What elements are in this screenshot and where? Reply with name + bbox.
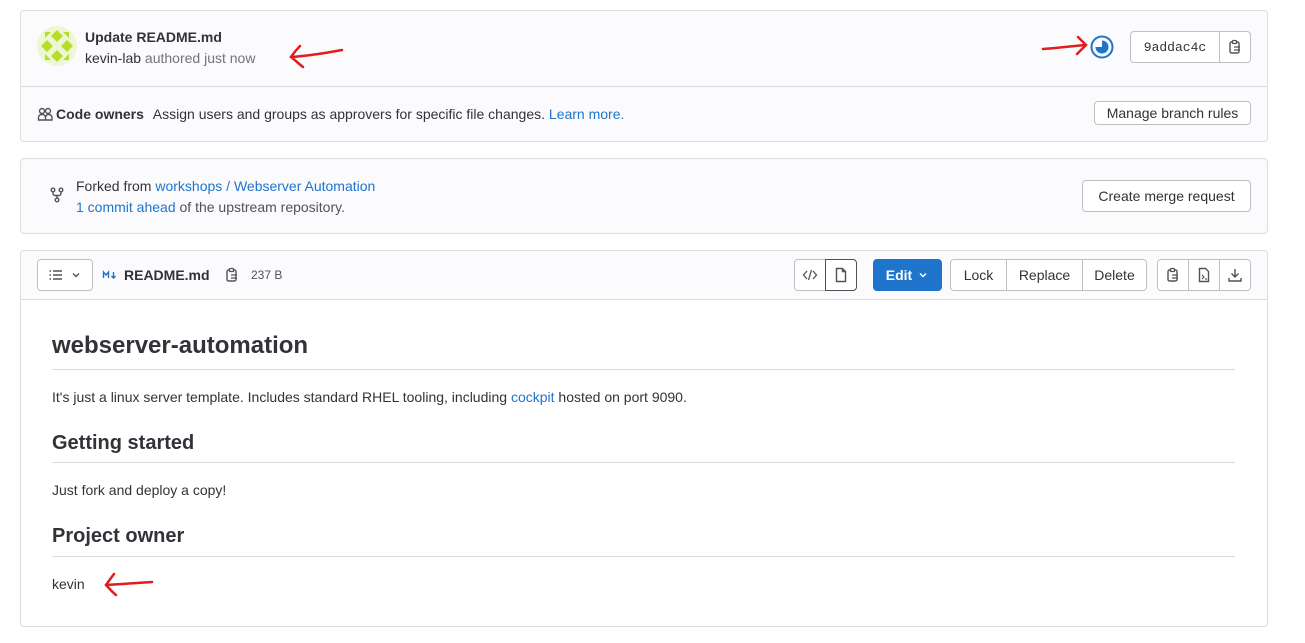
- commit-sha[interactable]: 9addac4c: [1130, 31, 1220, 63]
- readme-heading: webserver-automation: [52, 332, 309, 359]
- markdown-icon: [102, 269, 118, 281]
- lock-button[interactable]: Lock: [950, 259, 1007, 291]
- cockpit-link[interactable]: cockpit: [511, 389, 555, 405]
- users-icon: [37, 106, 53, 122]
- intro-text: It's just a linux server template. Inclu…: [52, 389, 508, 405]
- code-owners-description: Assign users and groups as approvers for…: [152, 106, 546, 122]
- pipeline-status-icon[interactable]: [1090, 35, 1114, 59]
- download-icon: [1228, 269, 1242, 282]
- edit-label: Edit: [885, 267, 913, 283]
- commit-sha-group: 9addac4c: [1130, 31, 1251, 63]
- divider: [52, 462, 1235, 463]
- divider: [52, 556, 1235, 557]
- list-icon: [49, 270, 62, 280]
- getting-started-paragraph: Just fork and deploy a copy!: [52, 482, 227, 498]
- commit-author[interactable]: kevin-lab: [85, 50, 141, 66]
- code-owners-row: Code owners Assign users and groups as a…: [56, 106, 624, 122]
- chevron-down-icon: [919, 272, 927, 278]
- commit-meta: kevin-lab authored just now: [85, 50, 255, 66]
- fork-card: [20, 158, 1268, 234]
- learn-more-link[interactable]: Learn more.: [549, 106, 624, 122]
- fork-ahead-suffix: of the upstream repository.: [179, 199, 345, 215]
- fork-prefix: Forked from: [76, 178, 152, 194]
- annotation-arrow-icon: [289, 44, 344, 69]
- replace-button[interactable]: Replace: [1006, 259, 1083, 291]
- raw-file-icon: [1198, 267, 1210, 283]
- readme-intro-paragraph: It's just a linux server template. Inclu…: [52, 389, 687, 405]
- file-tree-dropdown-button[interactable]: [37, 259, 93, 291]
- avatar[interactable]: [37, 26, 77, 66]
- manage-branch-rules-button[interactable]: Manage branch rules: [1094, 101, 1251, 125]
- file-size: 237 B: [251, 268, 283, 282]
- commit-title[interactable]: Update README.md: [85, 29, 222, 45]
- divider: [21, 86, 1267, 87]
- project-owner-heading: Project owner: [52, 525, 185, 547]
- edit-dropdown-button[interactable]: Edit: [873, 259, 942, 291]
- fork-ahead-line: 1 commit ahead of the upstream repositor…: [76, 199, 345, 215]
- fork-icon: [49, 187, 65, 203]
- copy-sha-button[interactable]: [1219, 31, 1251, 63]
- clipboard-icon: [1229, 39, 1240, 54]
- copy-file-path-icon[interactable]: [224, 267, 240, 283]
- annotation-arrow-icon: [1041, 35, 1088, 56]
- document-icon: [835, 267, 847, 283]
- delete-button[interactable]: Delete: [1082, 259, 1147, 291]
- annotation-arrow-icon: [104, 572, 154, 597]
- display-source-button[interactable]: [794, 259, 826, 291]
- fork-source-line: Forked from workshops / Webserver Automa…: [76, 178, 375, 194]
- clipboard-icon: [1167, 267, 1178, 282]
- file-card: [20, 250, 1268, 627]
- create-merge-request-button[interactable]: Create merge request: [1082, 180, 1251, 212]
- code-owners-label: Code owners: [56, 106, 144, 122]
- commit-authored-text: authored just now: [144, 50, 256, 66]
- file-tools-group: [1157, 259, 1251, 291]
- divider: [52, 369, 1235, 370]
- view-toggle-group: [794, 259, 857, 291]
- download-button[interactable]: [1219, 259, 1251, 291]
- file-name: README.md: [124, 267, 210, 283]
- code-icon: [802, 269, 818, 281]
- chevron-down-icon: [72, 273, 80, 278]
- project-owner-paragraph: kevin: [52, 576, 85, 592]
- fork-source-link[interactable]: workshops / Webserver Automation: [155, 178, 375, 194]
- getting-started-heading: Getting started: [52, 432, 195, 454]
- intro-text-after: hosted on port 9090.: [558, 389, 687, 405]
- commits-ahead-link[interactable]: 1 commit ahead: [76, 199, 176, 215]
- open-raw-button[interactable]: [1188, 259, 1220, 291]
- copy-contents-button[interactable]: [1157, 259, 1189, 291]
- display-rendered-button[interactable]: [825, 259, 857, 291]
- file-actions-group: Lock Replace Delete: [950, 259, 1147, 291]
